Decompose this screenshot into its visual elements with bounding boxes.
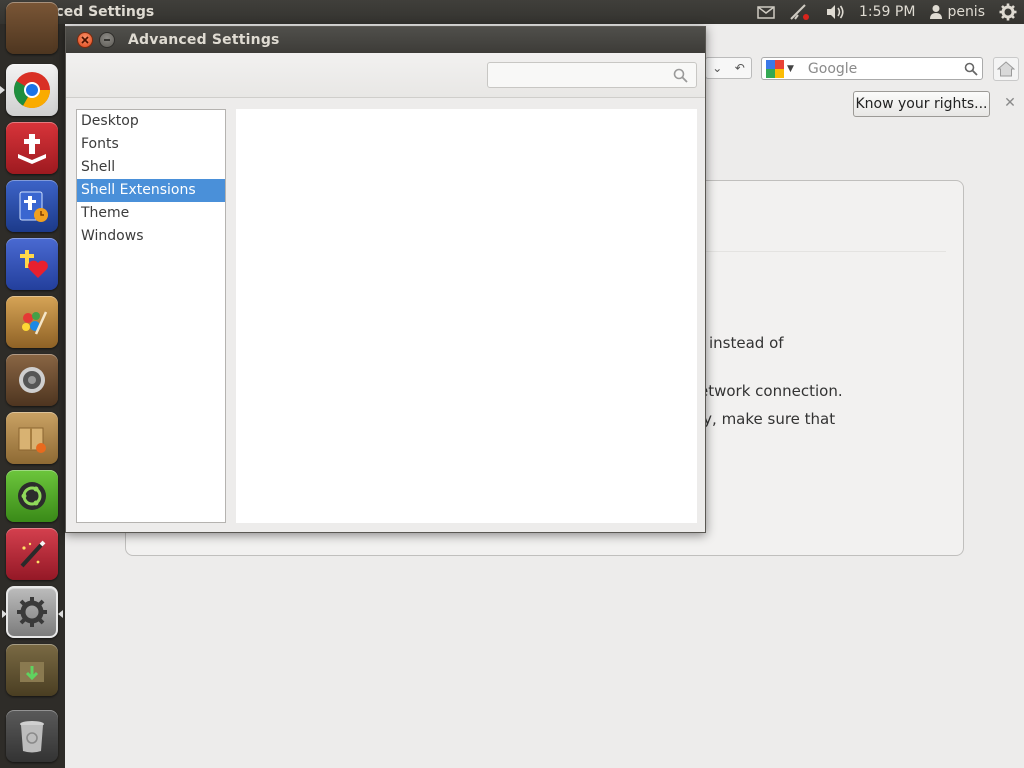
user-icon xyxy=(930,5,943,19)
network-indicator[interactable] xyxy=(782,0,818,24)
reload-icon[interactable]: ↶ xyxy=(735,61,745,75)
sidebar-item-desktop[interactable]: Desktop xyxy=(77,110,225,133)
browser-nav-controls[interactable]: ⌄ ↶ xyxy=(705,57,752,79)
close-icon xyxy=(81,36,89,44)
ubuntu-logo-icon xyxy=(18,482,46,510)
running-indicator xyxy=(2,610,7,618)
session-menu[interactable] xyxy=(992,0,1024,24)
sound-indicator[interactable] xyxy=(818,0,852,24)
download-icon xyxy=(20,662,44,682)
mail-icon xyxy=(757,5,775,19)
package-icon xyxy=(18,427,46,453)
messaging-indicator[interactable] xyxy=(750,0,782,24)
settings-search-input[interactable] xyxy=(488,63,668,87)
paint-palette-icon xyxy=(22,311,48,335)
google-logo-icon[interactable] xyxy=(766,59,784,78)
user-menu[interactable]: penis xyxy=(922,0,992,24)
launcher-item-art-palette[interactable] xyxy=(6,296,58,348)
launcher-item-chromium[interactable] xyxy=(0,64,58,116)
top-panel: Advanced Settings 1:59 PM penis xyxy=(0,0,1024,24)
launcher-item-trash[interactable] xyxy=(6,710,58,762)
active-indicator xyxy=(58,610,63,618)
launcher-item-bible-blue[interactable] xyxy=(6,180,58,232)
divider xyxy=(706,251,946,252)
trash-icon xyxy=(20,721,44,753)
launcher xyxy=(0,2,65,768)
launcher-item-bible-heart[interactable] xyxy=(6,238,58,290)
body-text-line: instead of xyxy=(709,334,784,352)
sidebar-item-windows[interactable]: Windows xyxy=(77,225,225,248)
minimize-icon xyxy=(104,39,110,41)
launcher-item-package[interactable] xyxy=(6,412,58,464)
body-text-line: ky, make sure that xyxy=(695,410,836,428)
bible-book-icon xyxy=(18,134,46,164)
gear-icon xyxy=(999,3,1017,21)
sidebar-item-theme[interactable]: Theme xyxy=(77,202,225,225)
magic-wand-icon xyxy=(20,540,46,568)
close-window-button[interactable] xyxy=(77,32,93,48)
cross-heart-icon xyxy=(20,250,48,278)
indicator-area: 1:59 PM penis xyxy=(750,0,1024,24)
dialog-toolbar xyxy=(66,53,705,98)
sidebar-item-shell[interactable]: Shell xyxy=(77,156,225,179)
launcher-item-speaker[interactable] xyxy=(6,354,58,406)
browser-search-placeholder: Google xyxy=(807,60,858,77)
username: penis xyxy=(947,4,985,20)
search-icon[interactable] xyxy=(964,62,978,76)
home-button[interactable] xyxy=(993,57,1019,81)
clock[interactable]: 1:59 PM xyxy=(852,0,922,24)
advanced-settings-window: Advanced Settings Desktop Fonts Shell Sh… xyxy=(65,26,706,533)
chromium-icon xyxy=(13,72,51,109)
settings-category-list: Desktop Fonts Shell Shell Extensions The… xyxy=(76,109,226,523)
close-notification-icon[interactable]: ✕ xyxy=(1003,96,1017,110)
engine-dropdown-icon[interactable]: ▼ xyxy=(787,64,794,74)
volume-icon xyxy=(827,5,844,19)
know-your-rights-button[interactable]: Know your rights... xyxy=(853,91,990,117)
minimize-window-button[interactable] xyxy=(99,32,115,48)
body-text-line: etwork connection. xyxy=(699,382,843,400)
launcher-item-magic-wand[interactable] xyxy=(6,528,58,580)
launcher-item-partial[interactable] xyxy=(6,2,58,54)
launcher-item-system-settings[interactable] xyxy=(2,586,63,638)
sidebar-item-fonts[interactable]: Fonts xyxy=(77,133,225,156)
settings-gear-icon xyxy=(17,597,47,627)
home-icon xyxy=(997,61,1015,77)
running-indicator xyxy=(0,86,5,94)
bible-clock-icon xyxy=(19,191,48,222)
launcher-item-download[interactable] xyxy=(6,644,58,696)
window-titlebar[interactable]: Advanced Settings xyxy=(66,27,705,53)
settings-search-box[interactable] xyxy=(487,62,697,88)
launcher-item-bible-red[interactable] xyxy=(6,122,58,174)
launcher-item-ubuntu-software[interactable] xyxy=(6,470,58,522)
browser-search-box[interactable]: ▼ Google xyxy=(761,57,983,80)
search-icon xyxy=(673,68,688,83)
dropdown-chevron-icon[interactable]: ⌄ xyxy=(712,61,722,75)
speaker-icon xyxy=(19,367,45,393)
network-offline-icon xyxy=(790,4,810,20)
window-title: Advanced Settings xyxy=(128,32,280,48)
settings-content-pane xyxy=(236,109,697,523)
sidebar-item-shell-extensions[interactable]: Shell Extensions xyxy=(77,179,225,202)
